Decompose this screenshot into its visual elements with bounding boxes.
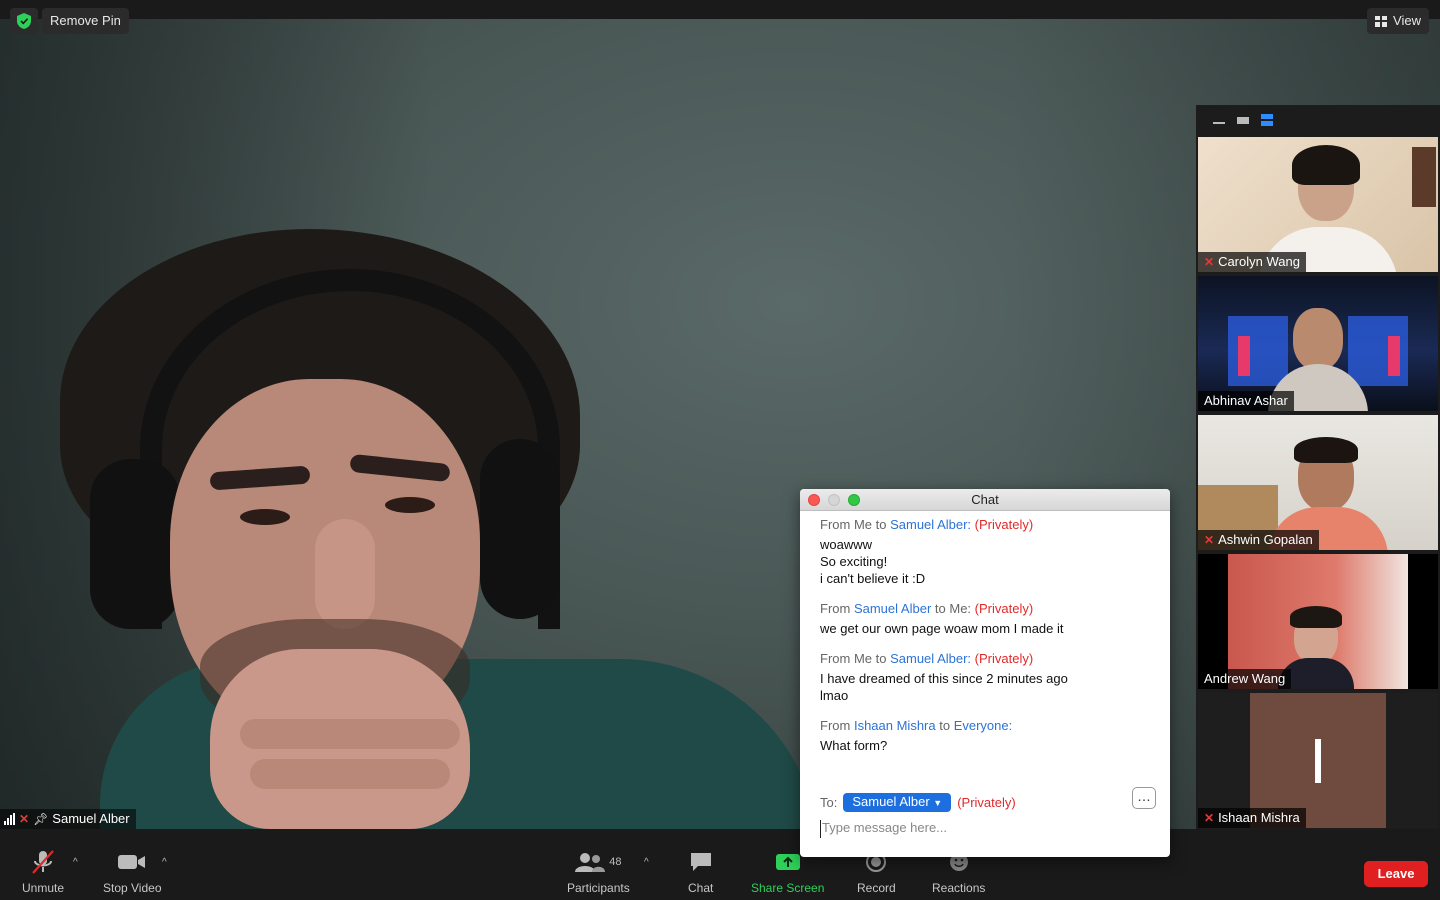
filmstrip-icon[interactable] <box>1260 114 1274 126</box>
participants-options-caret-icon[interactable]: ^ <box>644 857 649 868</box>
message-text: I have dreamed of this since 2 minutes a… <box>820 671 1068 686</box>
participant-name-tag: ✕ Ashwin Gopalan <box>1198 530 1319 550</box>
chevron-down-icon: ▼ <box>933 797 943 808</box>
leave-meeting-button[interactable]: Leave <box>1364 861 1428 887</box>
participant-tile[interactable]: I ✕ Ishaan Mishra <box>1198 693 1438 828</box>
top-bar <box>0 0 1440 19</box>
chat-button[interactable]: Chat <box>688 847 713 895</box>
chat-message: From Ishaan Mishra to Everyone: What for… <box>820 718 1150 754</box>
message-header: From Me to Samuel Alber: (Privately) <box>820 651 1034 666</box>
chat-message-list[interactable]: From Me to Samuel Alber: (Privately) woa… <box>800 511 1170 754</box>
recipient-dropdown[interactable]: Samuel Alber ▼ <box>843 792 952 812</box>
video-camera-icon <box>118 847 146 877</box>
message-header: From Ishaan Mishra to Everyone: <box>820 718 1013 733</box>
more-options-button[interactable]: … <box>1132 787 1156 809</box>
security-shield-icon[interactable] <box>10 8 38 34</box>
mic-muted-icon: ✕ <box>1204 255 1215 269</box>
share-screen-icon <box>775 847 801 877</box>
participant-count: 48 <box>609 856 622 868</box>
audio-options-caret-icon[interactable]: ^ <box>73 857 78 868</box>
participant-name-tag: Andrew Wang <box>1198 669 1292 689</box>
message-text: What form? <box>820 738 888 753</box>
stop-video-button[interactable]: Stop Video <box>103 847 162 895</box>
to-label: To: <box>820 794 838 810</box>
participant-tile[interactable]: Andrew Wang <box>1198 554 1438 689</box>
signal-icon <box>4 813 15 825</box>
chat-message-input[interactable]: Type message here... <box>820 820 1150 838</box>
speaker-name: Samuel Alber <box>52 811 130 826</box>
view-button[interactable]: View <box>1367 8 1429 34</box>
active-speaker-name-tag: ✕ 📌︎ Samuel Alber <box>0 809 136 829</box>
message-text: woawww <box>820 537 873 552</box>
chat-bubble-icon <box>689 847 713 877</box>
pin-icon: 📌︎ <box>33 812 49 826</box>
chat-title-bar[interactable]: Chat <box>800 489 1170 511</box>
close-window-button[interactable] <box>808 494 820 506</box>
strip-view-controls <box>1196 105 1440 135</box>
message-text: i can't believe it :D <box>820 571 926 586</box>
mic-muted-icon: ✕ <box>1204 811 1215 825</box>
gallery-strip: ✕ Carolyn Wang Abhinav Ashar ✕ Ashwin Gopa… <box>1196 105 1440 829</box>
chat-message: From Me to Samuel Alber: (Privately) woa… <box>820 517 1150 587</box>
meeting-toolbar: Unmute ^ Stop Video ^ 48 Participants ^ … <box>0 829 1440 900</box>
remove-pin-button[interactable]: Remove Pin <box>42 8 129 34</box>
active-speaker-icon[interactable] <box>1236 115 1250 125</box>
message-text: So exciting! <box>820 554 888 569</box>
unmute-button[interactable]: Unmute <box>22 847 64 895</box>
mic-muted-icon <box>30 847 56 877</box>
chat-recipient-row: To: Samuel Alber ▼ (Privately) <box>820 792 1160 812</box>
mic-muted-icon: ✕ <box>19 812 30 826</box>
privacy-label: (Privately) <box>957 794 1016 810</box>
chat-message: From Me to Samuel Alber: (Privately) I h… <box>820 651 1150 704</box>
participant-tile[interactable]: ✕ Ashwin Gopalan <box>1198 415 1438 550</box>
participant-name-tag: ✕ Ishaan Mishra <box>1198 808 1306 828</box>
video-options-caret-icon[interactable]: ^ <box>162 857 167 868</box>
participant-tile[interactable]: ✕ Carolyn Wang <box>1198 137 1438 272</box>
message-text: lmao <box>820 688 849 703</box>
participant-name-tag: ✕ Carolyn Wang <box>1198 252 1306 272</box>
hide-video-icon[interactable] <box>1212 115 1226 125</box>
zoom-window-button[interactable] <box>848 494 860 506</box>
message-header: From Me to Samuel Alber: (Privately) <box>820 517 1034 532</box>
message-text: we get our own page woaw mom I made it <box>820 621 1064 636</box>
chat-title: Chat <box>971 492 999 507</box>
participant-name-tag: Abhinav Ashar <box>1198 391 1294 411</box>
chat-window: Chat From Me to Samuel Alber: (Privately… <box>800 489 1170 857</box>
view-label: View <box>1393 13 1421 28</box>
participants-icon <box>575 853 606 872</box>
mic-muted-icon: ✕ <box>1204 533 1215 547</box>
minimize-window-button[interactable] <box>828 494 840 506</box>
chat-message: From Samuel Alber to Me: (Privately) we … <box>820 601 1150 637</box>
participant-tile[interactable]: Abhinav Ashar <box>1198 276 1438 411</box>
participants-button[interactable]: 48 Participants <box>567 847 630 895</box>
message-header: From Samuel Alber to Me: (Privately) <box>820 601 1034 616</box>
grid-view-icon <box>1375 15 1388 27</box>
zoom-meeting-window: Remove Pin View ✕ 📌︎ Samuel Alber ✕ Caro… <box>0 0 1440 900</box>
